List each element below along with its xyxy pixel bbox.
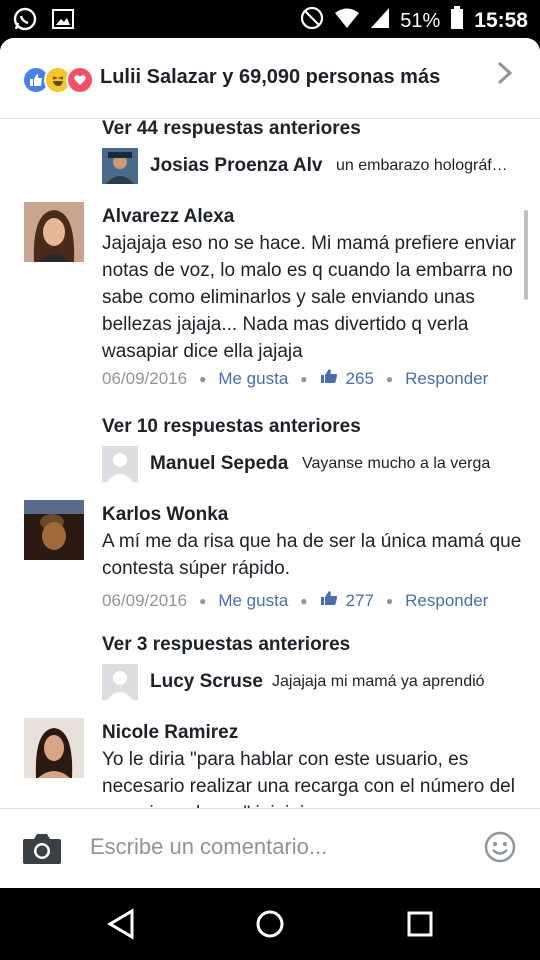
view-previous-replies-link[interactable]: Ver 10 respuestas anteriores — [102, 416, 361, 438]
battery-percent: 51% — [400, 9, 441, 32]
like-count[interactable]: 265 — [346, 369, 374, 389]
comments-panel: Lulii Salazar y 69,090 personas más Ver … — [0, 38, 540, 888]
image-icon — [52, 8, 74, 35]
separator-dot: ● — [385, 371, 394, 386]
scrollbar[interactable] — [524, 210, 528, 300]
clock: 15:58 — [474, 9, 528, 32]
view-previous-replies-link[interactable]: Ver 3 respuestas anteriores — [102, 634, 350, 656]
comment: Karlos Wonka A mí me da risa que ha de s… — [24, 500, 524, 610]
thumbs-up-icon — [320, 590, 338, 611]
comment-actions: 06/09/2016 ● Me gusta ● 265 ● Responder — [102, 368, 488, 389]
avatar[interactable] — [102, 446, 138, 482]
comment: Alvarezz Alexa Jajajaja eso no se hace. … — [24, 202, 524, 392]
love-icon — [66, 66, 94, 94]
wifi-icon — [334, 7, 360, 35]
view-previous-replies-link[interactable]: Ver 44 respuestas anteriores — [102, 118, 361, 140]
home-icon[interactable] — [255, 908, 285, 945]
separator-dot: ● — [300, 371, 308, 386]
reply-preview[interactable]: Manuel Sepeda Vayanse mucho a la verga — [102, 446, 522, 482]
reply-text: Vayanse mucho a la verga — [302, 455, 491, 472]
like-count[interactable]: 277 — [346, 591, 374, 611]
comment-author[interactable]: Karlos Wonka — [102, 504, 228, 526]
reply-author[interactable]: Josias Proenza Alv — [150, 155, 322, 177]
comment: Nicole Ramirez Yo le diria "para hablar … — [24, 718, 524, 808]
separator-dot: ● — [199, 371, 207, 386]
reply-author[interactable]: Lucy Scruse — [150, 671, 263, 693]
avatar[interactable] — [102, 148, 138, 184]
avatar[interactable] — [24, 500, 84, 560]
comment-date[interactable]: 06/09/2016 — [102, 591, 187, 611]
battery-icon — [450, 6, 464, 36]
camera-icon[interactable] — [22, 831, 62, 870]
like-button[interactable]: Me gusta — [218, 369, 288, 389]
reply-button[interactable]: Responder — [405, 369, 488, 389]
avatar[interactable] — [24, 202, 84, 262]
comment-input[interactable] — [90, 831, 470, 863]
chevron-right-icon[interactable] — [496, 60, 514, 94]
reply-preview[interactable]: Josias Proenza Alv un embarazo holográfi… — [102, 148, 522, 184]
comment-author[interactable]: Nicole Ramirez — [102, 722, 238, 744]
avatar[interactable] — [102, 664, 138, 700]
reply-preview[interactable]: Lucy Scruse Jajajaja mi mamá ya aprendió — [102, 664, 522, 700]
recent-apps-icon[interactable] — [405, 908, 435, 945]
separator-dot: ● — [199, 593, 207, 608]
emoji-icon[interactable] — [484, 831, 516, 868]
reply-author[interactable]: Manuel Sepeda — [150, 453, 288, 475]
separator-dot: ● — [385, 593, 394, 608]
comment-text: Jajajaja eso no se hace. Mi mamá prefier… — [102, 233, 516, 362]
comment-text: A mí me da risa que ha de ser la única m… — [102, 531, 522, 579]
back-icon[interactable] — [106, 908, 136, 945]
reply-text: un embarazo holográfico — [336, 157, 508, 174]
thumbs-up-icon — [320, 368, 338, 389]
status-bar: 51% 15:58 — [0, 0, 540, 38]
separator-dot: ● — [300, 593, 308, 608]
comment-text: Yo le diria "para hablar con este usuari… — [102, 749, 515, 808]
reply-button[interactable]: Responder — [405, 591, 488, 611]
reactions-bar[interactable]: Lulii Salazar y 69,090 personas más — [0, 38, 540, 119]
whatsapp-icon — [12, 6, 38, 37]
navigation-bar — [0, 888, 540, 960]
reply-text: Jajajaja mi mamá ya aprendió — [272, 673, 485, 690]
do-not-disturb-icon — [300, 6, 324, 36]
comment-composer — [0, 808, 540, 888]
comment-author[interactable]: Alvarezz Alexa — [102, 206, 234, 228]
reaction-icons — [22, 66, 94, 94]
like-button[interactable]: Me gusta — [218, 591, 288, 611]
reactions-summary: Lulii Salazar y 69,090 personas más — [100, 66, 441, 88]
avatar[interactable] — [24, 718, 84, 778]
comments-list[interactable]: Ver 44 respuestas anteriores Josias Proe… — [0, 118, 540, 808]
comment-actions: 06/09/2016 ● Me gusta ● 277 ● Responder — [102, 590, 488, 611]
comment-date[interactable]: 06/09/2016 — [102, 369, 187, 389]
signal-icon — [370, 7, 390, 35]
